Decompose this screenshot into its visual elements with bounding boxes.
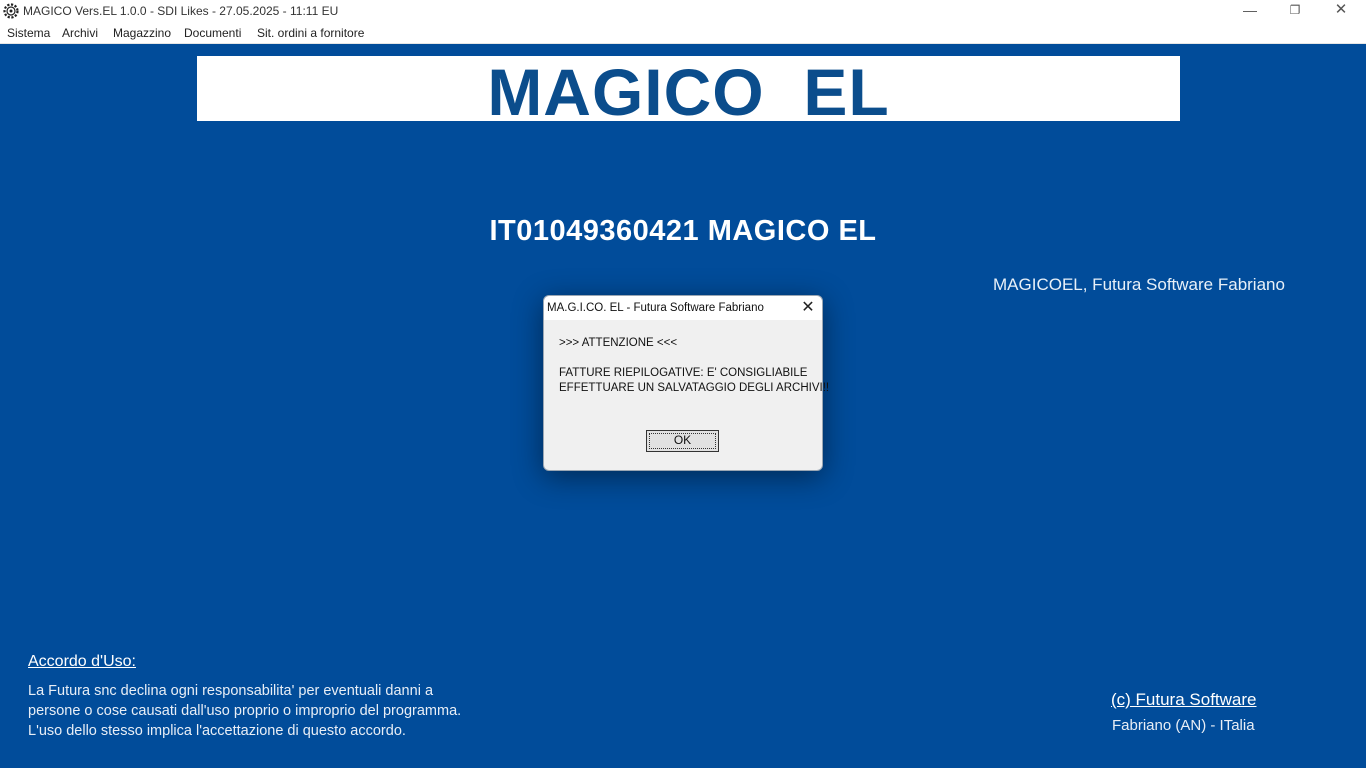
menu-bar: Sistema Archivi Magazzino Documenti Sit.… xyxy=(0,22,1366,44)
agreement-text: La Futura snc declina ogni responsabilit… xyxy=(28,681,498,741)
window-title: MAGICO Vers.EL 1.0.0 - SDI Likes - 27.05… xyxy=(23,4,339,18)
ok-button[interactable]: OK xyxy=(646,430,719,452)
agreement-title: Accordo d'Uso: xyxy=(28,653,136,670)
location-text: Fabriano (AN) - ITalia xyxy=(1112,717,1255,734)
menu-sistema[interactable]: Sistema xyxy=(7,26,50,40)
agreement-line: L'uso dello stesso implica l'accettazion… xyxy=(28,723,406,739)
menu-sit-ordini-fornitore[interactable]: Sit. ordini a fornitore xyxy=(257,26,364,40)
dialog-message-line-2: EFFETTUARE UN SALVATAGGIO DEGLI ARCHIVI!… xyxy=(559,382,830,394)
minimize-button[interactable]: — xyxy=(1227,0,1273,22)
title-bar: MAGICO Vers.EL 1.0.0 - SDI Likes - 27.05… xyxy=(0,0,1366,22)
menu-magazzino[interactable]: Magazzino xyxy=(113,26,171,40)
agreement-line: La Futura snc declina ogni responsabilit… xyxy=(28,683,434,699)
menu-documenti[interactable]: Documenti xyxy=(184,26,241,40)
company-subtitle: MAGICOEL, Futura Software Fabriano xyxy=(993,275,1285,294)
dialog-close-icon[interactable]: ✕ xyxy=(797,298,819,318)
dialog-title-bar: MA.G.I.CO. EL - Futura Software Fabriano… xyxy=(544,296,822,320)
dialog-title: MA.G.I.CO. EL - Futura Software Fabriano xyxy=(547,302,764,314)
logo-banner: MAGICO EL xyxy=(197,55,1180,129)
menu-archivi[interactable]: Archivi xyxy=(62,26,98,40)
dialog-heading: >>> ATTENZIONE <<< xyxy=(559,337,678,349)
copyright-link[interactable]: (c) Futura Software xyxy=(1111,690,1257,710)
app-gear-icon[interactable] xyxy=(3,3,19,19)
warning-dialog: MA.G.I.CO. EL - Futura Software Fabriano… xyxy=(543,295,829,471)
agreement-line: persone o cose causati dall'uso proprio … xyxy=(28,703,462,719)
dialog-message-line-1: FATTURE RIEPILOGATIVE: E' CONSIGLIABILE xyxy=(559,367,808,379)
company-vat-name: IT01049360421 MAGICO EL xyxy=(489,215,877,247)
banner-title: MAGICO EL xyxy=(487,55,890,129)
close-window-button[interactable]: ✕ xyxy=(1318,0,1364,22)
restore-button[interactable]: ❐ xyxy=(1272,0,1318,22)
